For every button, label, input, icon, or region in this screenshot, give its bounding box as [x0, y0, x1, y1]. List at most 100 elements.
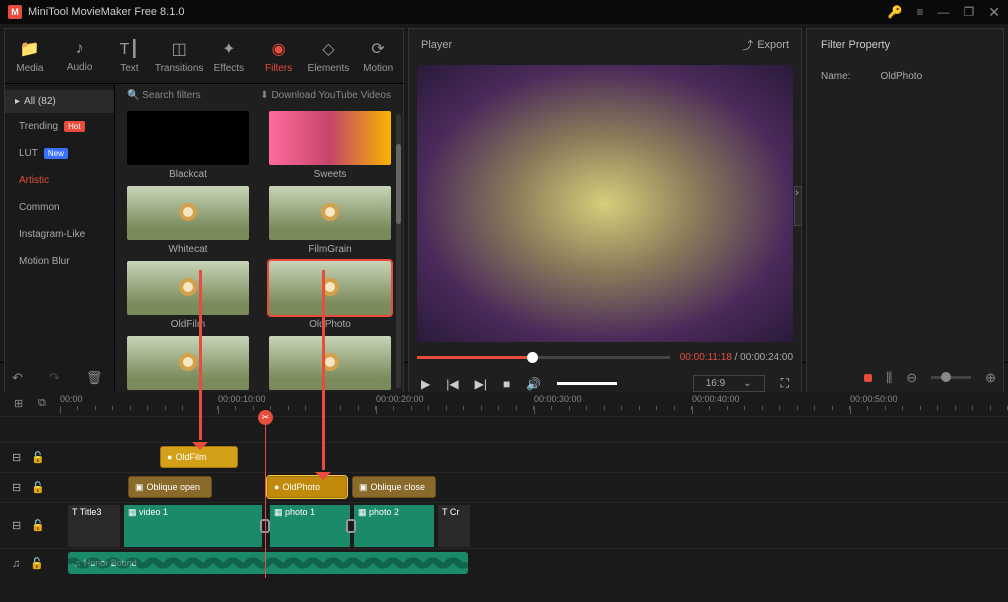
tab-text[interactable]: T┃Text	[105, 29, 155, 83]
tab-label: Motion	[363, 63, 393, 74]
clip-oldphoto[interactable]: ● OldPhoto	[267, 476, 347, 498]
category-artistic[interactable]: Artistic	[5, 167, 114, 194]
annotation-arrow-oldphoto	[322, 270, 325, 470]
seek-bar[interactable]	[417, 356, 670, 359]
aspect-select[interactable]: 16:9⌄	[693, 375, 765, 392]
lock-icon[interactable]: 🔓	[31, 519, 45, 532]
volume-slider[interactable]	[557, 382, 617, 385]
export-button[interactable]: ⤴ Export	[742, 37, 789, 53]
time-current: 00:00:11:18	[680, 352, 732, 363]
undo-button[interactable]: ↶	[12, 370, 23, 386]
time-total: 00:00:24:00	[740, 352, 793, 363]
lock-icon[interactable]: 🔓	[31, 451, 45, 464]
filter-thumb-oldphoto[interactable]: OldPhoto	[269, 261, 391, 330]
transitions-icon: ◫	[172, 39, 187, 59]
export-icon: ⤴	[742, 37, 753, 53]
tab-effects[interactable]: ✦Effects	[204, 29, 254, 83]
category-lut[interactable]: LUTNew	[5, 140, 114, 167]
tab-motion[interactable]: ⟳ Motion	[353, 29, 403, 83]
filter-thumb-filmgrain[interactable]: FilmGrain	[269, 186, 391, 255]
clip-photo2[interactable]: ▦ photo 2	[354, 505, 434, 547]
titlebar: M MiniTool MovieMaker Free 8.1.0 🔑 ≡ — ❐…	[0, 0, 1008, 24]
zoom-in-button[interactable]: ⊕	[985, 370, 996, 386]
add-media-icon[interactable]: ⊞	[14, 397, 23, 410]
chevron-down-icon: ⌄	[743, 378, 751, 389]
search-filters[interactable]: 🔍 Search filters	[127, 90, 201, 101]
category-common[interactable]: Common	[5, 194, 114, 221]
maximize-icon[interactable]: ❐	[964, 5, 975, 19]
preview-area[interactable]	[417, 65, 793, 342]
tab-label: Elements	[308, 63, 350, 74]
zoom-slider[interactable]	[931, 376, 971, 379]
fullscreen-button[interactable]: ⛶	[781, 376, 789, 391]
filter-thumb-whitecat[interactable]: Whitecat	[127, 186, 249, 255]
ruler-mark: 00:00	[60, 392, 218, 416]
next-button[interactable]: ▶|	[475, 377, 487, 391]
stop-button[interactable]: ■	[503, 377, 510, 391]
key-icon[interactable]: 🔑	[888, 5, 903, 19]
video-track: ⊟🔓 T Title3 ▦ video 1 ▦ photo 1 ▦ photo …	[0, 502, 1008, 548]
audio-track: ♫🔓 ♫ Honor Bound	[0, 548, 1008, 578]
filter-thumb-blackcat[interactable]: Blackcat	[127, 111, 249, 180]
filter-thumb-extra[interactable]	[127, 336, 249, 394]
timeline-ruler[interactable]: ⊞ ⧉ 00:0000:00:10:0000:00:20:0000:00:30:…	[0, 392, 1008, 416]
app-title: MiniTool MovieMaker Free 8.1.0	[28, 6, 185, 18]
player-title: Player	[421, 39, 452, 51]
clip-cr[interactable]: T Cr	[438, 505, 470, 547]
ruler-mark: 00:00:30:00	[534, 392, 692, 416]
media-panel: 📁Media♪AudioT┃Text ◫ Transitions✦Effects ◉ F…	[4, 28, 404, 399]
filters-icon: ◉	[272, 39, 286, 59]
tab-audio[interactable]: ♪Audio	[55, 29, 105, 83]
property-title: Filter Property	[821, 39, 989, 51]
category-motion-blur[interactable]: Motion Blur	[5, 248, 114, 275]
playhead[interactable]: ✂	[265, 416, 266, 578]
audio-settings-icon[interactable]: ⫼	[886, 370, 892, 386]
filter-thumb-sweets[interactable]: Sweets	[269, 111, 391, 180]
clip-title3[interactable]: T Title3	[68, 505, 120, 547]
playhead-scissor-icon[interactable]: ✂	[258, 410, 273, 425]
clip-video1[interactable]: ▦ video 1	[124, 505, 262, 547]
tab-elements[interactable]: ◇Elements	[304, 29, 354, 83]
tab-label: Audio	[67, 62, 93, 73]
category-instagram-like[interactable]: Instagram-Like	[5, 221, 114, 248]
panel-expand-handle[interactable]: ›	[794, 186, 802, 226]
ruler-mark: 00:00:50:00	[850, 392, 1008, 416]
zoom-out-button[interactable]: ⊖	[906, 370, 917, 386]
tab-filters[interactable]: ◉ Filters	[254, 29, 304, 83]
play-button[interactable]: ▶	[421, 377, 430, 391]
tab-media[interactable]: 📁Media	[5, 29, 55, 83]
seek-row: 00:00:11:18 / 00:00:24:00	[417, 352, 793, 363]
clip-oblique-open[interactable]: ▣ Oblique open	[128, 476, 212, 498]
seek-knob[interactable]	[527, 352, 538, 363]
filter-scrollbar[interactable]	[396, 114, 401, 388]
redo-button[interactable]: ↷	[49, 370, 60, 386]
lock-icon[interactable]: 🔓	[30, 557, 44, 570]
player-panel: Player ⤴ Export › 00:00:11:18 / 00:00:24…	[408, 28, 802, 399]
minimize-icon[interactable]: —	[938, 5, 950, 19]
clip-photo1[interactable]: ▦ photo 1	[270, 505, 350, 547]
category-all[interactable]: ▸ All (82)	[5, 90, 114, 113]
tab-label: Transitions	[155, 63, 204, 74]
close-icon[interactable]: ✕	[988, 4, 1000, 21]
clip-honor-bound[interactable]: ♫ Honor Bound	[68, 552, 468, 574]
ruler-mark: 00:00:10:00	[218, 392, 376, 416]
menu-icon[interactable]: ≡	[916, 5, 923, 19]
filter-thumb-oldfilm[interactable]: OldFilm	[127, 261, 249, 330]
filter-thumb-extra[interactable]	[269, 336, 391, 394]
transition-track: ⊟🔓 ▣ Oblique open ● OldPhoto ▣ Oblique c…	[0, 472, 1008, 502]
clip-oblique-close[interactable]: ▣ Oblique close	[352, 476, 436, 498]
category-trending[interactable]: TrendingHot	[5, 113, 114, 140]
delete-button[interactable]: 🗑	[86, 370, 103, 386]
tab-label: Filters	[265, 63, 292, 74]
snap-icon[interactable]: ⧉	[38, 397, 46, 410]
download-youtube[interactable]: ⬇ Download YouTube Videos	[260, 90, 391, 101]
lock-icon[interactable]: 🔓	[31, 481, 45, 494]
app-logo: M	[8, 5, 22, 19]
motion-icon: ⟳	[371, 39, 384, 59]
tab-transitions[interactable]: ◫ Transitions	[154, 29, 204, 83]
record-indicator[interactable]	[864, 374, 872, 382]
volume-icon[interactable]: 🔊	[526, 377, 541, 391]
filter-categories: ▸ All (82) TrendingHotLUTNewArtisticComm…	[5, 84, 115, 398]
media-icon: 📁	[20, 39, 40, 59]
prev-button[interactable]: |◀	[446, 377, 458, 391]
